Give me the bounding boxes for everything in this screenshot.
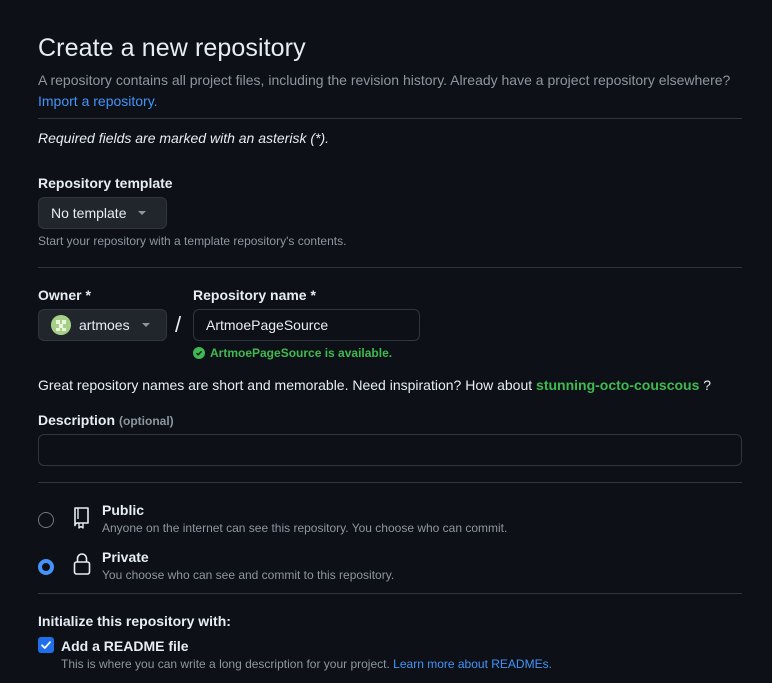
import-repository-link[interactable]: Import a repository. bbox=[38, 93, 158, 109]
divider bbox=[38, 118, 742, 119]
chevron-down-icon bbox=[141, 323, 150, 327]
description-optional: (optional) bbox=[119, 414, 174, 428]
private-description: You choose who can see and commit to thi… bbox=[102, 568, 395, 582]
inspiration-suffix: ? bbox=[703, 377, 712, 393]
repo-name-input[interactable] bbox=[193, 309, 420, 341]
description-label-row: Description (optional) bbox=[38, 412, 174, 428]
template-label: Repository template bbox=[38, 175, 173, 191]
readme-label: Add a README file bbox=[61, 638, 189, 654]
description-input[interactable] bbox=[38, 434, 742, 466]
suggested-name-link[interactable]: stunning-octo-couscous bbox=[536, 377, 699, 393]
readme-description: This is where you can write a long descr… bbox=[61, 657, 390, 671]
name-inspiration: Great repository names are short and mem… bbox=[38, 377, 711, 393]
owner-repo-separator: / bbox=[175, 312, 182, 337]
learn-more-readmes-link[interactable]: Learn more about READMEs. bbox=[393, 657, 552, 671]
divider bbox=[38, 267, 742, 268]
availability-message: ArtmoePageSource is available. bbox=[193, 346, 392, 360]
new-repository-page: Create a new repository A repository con… bbox=[0, 0, 772, 683]
required-fields-note: Required fields are marked with an aster… bbox=[38, 130, 330, 146]
public-radio[interactable] bbox=[38, 512, 54, 528]
readme-checkbox[interactable] bbox=[38, 637, 54, 653]
initialize-heading: Initialize this repository with: bbox=[38, 613, 231, 629]
template-dropdown[interactable]: No template bbox=[38, 197, 167, 229]
check-circle-icon bbox=[193, 347, 205, 359]
repo-icon bbox=[72, 505, 92, 534]
private-title: Private bbox=[102, 549, 149, 565]
template-value: No template bbox=[51, 205, 127, 221]
private-radio[interactable] bbox=[38, 559, 54, 575]
divider bbox=[38, 593, 742, 594]
subtitle-text: A repository contains all project files,… bbox=[38, 72, 731, 88]
owner-value: artmoes bbox=[79, 317, 130, 333]
template-helper: Start your repository with a template re… bbox=[38, 234, 347, 248]
public-description: Anyone on the internet can see this repo… bbox=[102, 521, 508, 535]
readme-helper: This is where you can write a long descr… bbox=[61, 657, 552, 671]
chevron-down-icon bbox=[138, 211, 147, 215]
page-title: Create a new repository bbox=[38, 34, 306, 62]
lock-icon bbox=[72, 551, 92, 582]
divider bbox=[38, 482, 742, 483]
availability-text: ArtmoePageSource is available. bbox=[210, 346, 393, 360]
inspiration-text: Great repository names are short and mem… bbox=[38, 377, 533, 393]
owner-dropdown[interactable]: artmoes bbox=[38, 309, 167, 341]
repo-name-label: Repository name * bbox=[193, 287, 316, 303]
owner-label: Owner * bbox=[38, 287, 91, 303]
avatar bbox=[51, 315, 71, 335]
page-subtitle: A repository contains all project files,… bbox=[38, 70, 738, 112]
description-label: Description bbox=[38, 412, 116, 428]
public-title: Public bbox=[102, 502, 145, 518]
